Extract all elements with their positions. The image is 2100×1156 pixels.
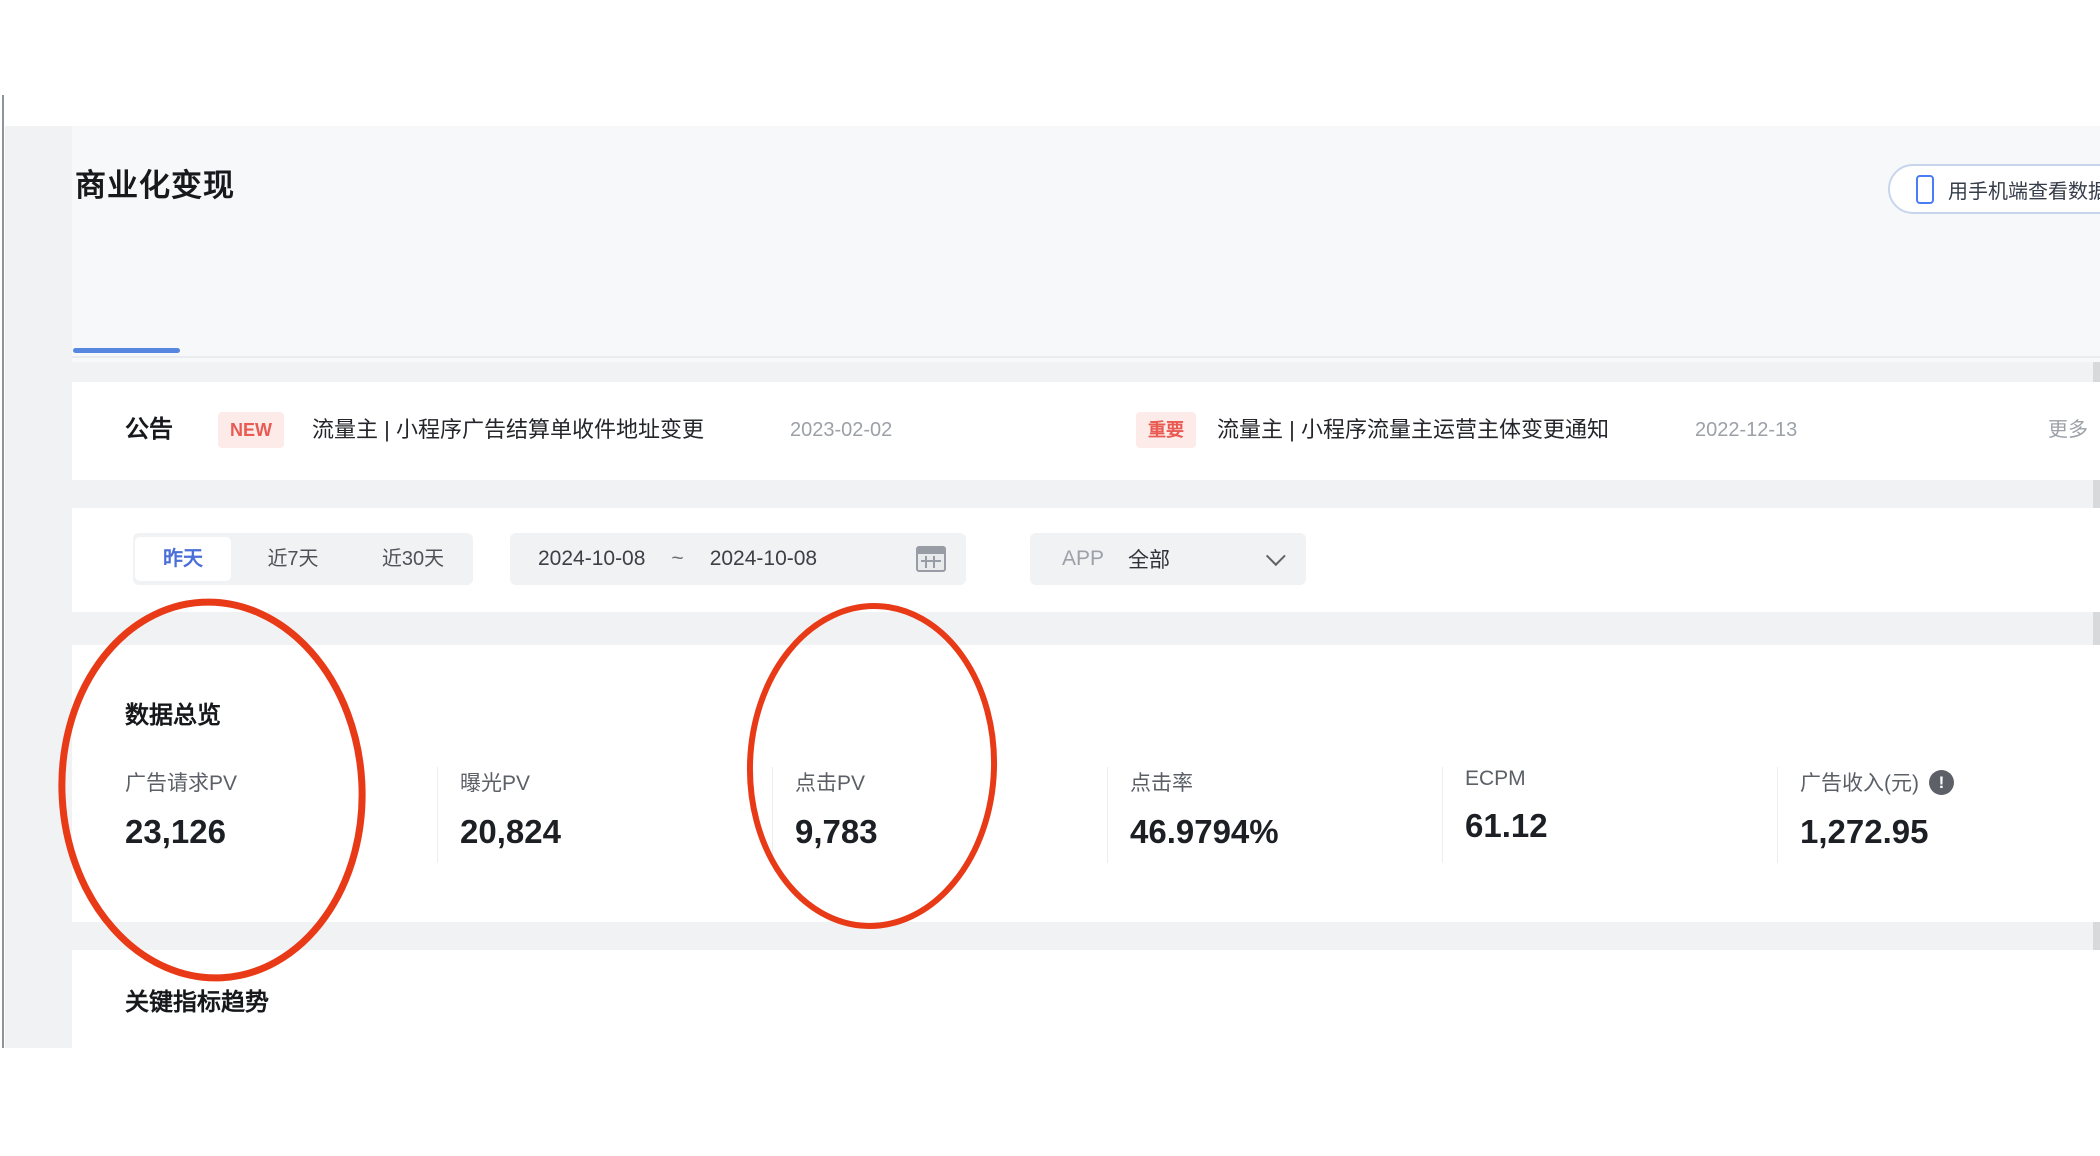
date-range-picker[interactable]: 2024-10-08 ~ 2024-10-08 (510, 533, 966, 585)
app-filter-value: 全部 (1128, 549, 1171, 572)
metric-divider (1777, 767, 1778, 863)
metric-click-rate: 点击率 46.9794% (1130, 767, 1450, 851)
active-tab-underline (73, 348, 180, 353)
announcement-badge-new: NEW (218, 412, 284, 448)
header-section: 商业化变现 广告数据 广告管理 收入结算 账号设置 (72, 126, 2100, 438)
data-overview-section: 数据总览 广告请求PV 23,126 曝光PV 20,824 点击PV 9,78… (72, 645, 2100, 922)
key-metric-trend-section: 关键指标趋势 (72, 950, 2100, 1048)
metric-value: 9,783 (795, 813, 878, 850)
metric-divider (772, 767, 773, 863)
metric-value: 46.9794% (1130, 813, 1279, 850)
announcement-date-1: 2023-02-02 (790, 419, 893, 441)
metric-label: 广告收入(元) (1800, 772, 1919, 795)
app-filter-select[interactable]: APP 全部 (1030, 533, 1306, 585)
view-on-mobile-button[interactable]: 用手机端查看数据 (1888, 164, 2100, 214)
view-on-mobile-label: 用手机端查看数据 (1948, 180, 2100, 203)
info-icon[interactable]: ! (1929, 769, 1954, 795)
announcement-badge-important: 重要 (1136, 412, 1196, 448)
announcement-bar: 公告 NEW 流量主 | 小程序广告结算单收件地址变更 2023-02-02 重… (72, 382, 2100, 480)
metric-divider (437, 767, 438, 863)
announcement-link-1[interactable]: 流量主 | 小程序广告结算单收件地址变更 (312, 412, 704, 448)
announcement-more-link[interactable]: 更多 (2048, 412, 2088, 448)
metric-label: ECPM (1465, 767, 1526, 790)
metric-value: 20,824 (460, 813, 561, 850)
metric-click-pv: 点击PV 9,783 (795, 767, 1115, 851)
date-range-start: 2024-10-08 (538, 547, 646, 570)
page-title: 商业化变现 (75, 168, 235, 203)
quick-range-30days[interactable]: 近30天 (353, 537, 473, 581)
metric-value: 1,272.95 (1800, 813, 1929, 850)
date-range-separator: ~ (671, 547, 684, 570)
chevron-down-icon (1265, 546, 1286, 567)
trend-section-title: 关键指标趋势 (125, 989, 269, 1016)
quick-range-yesterday[interactable]: 昨天 (135, 537, 231, 581)
data-overview-title: 数据总览 (125, 702, 221, 729)
metric-label: 点击PV (795, 772, 866, 795)
metric-label: 广告请求PV (125, 772, 238, 795)
date-range-end: 2024-10-08 (709, 547, 818, 570)
metric-ecpm: ECPM 61.12 (1465, 767, 1785, 845)
metric-value: 23,126 (125, 813, 226, 850)
announcement-date-2: 2022-12-13 (1695, 419, 1798, 441)
tab-divider (72, 356, 2100, 358)
quick-date-segmented-control: 昨天 近7天 近30天 (133, 533, 473, 585)
filter-bar: 昨天 近7天 近30天 2024-10-08 ~ 2024-10-08 APP … (72, 508, 2100, 612)
calendar-icon (916, 546, 946, 572)
metric-label: 曝光PV (460, 772, 531, 795)
metric-divider (1107, 767, 1108, 863)
metric-ad-request-pv: 广告请求PV 23,126 (125, 767, 445, 851)
metric-value: 61.12 (1465, 807, 1548, 844)
metric-divider (1442, 767, 1443, 863)
left-edge-rule (2, 95, 4, 1048)
metric-ad-revenue: 广告收入(元) ! 1,272.95 (1800, 767, 2100, 851)
quick-range-7days[interactable]: 近7天 (233, 537, 353, 581)
app-filter-label: APP (1062, 547, 1105, 570)
phone-icon (1916, 174, 1934, 204)
metric-impression-pv: 曝光PV 20,824 (460, 767, 780, 851)
announcement-section-label: 公告 (125, 416, 173, 443)
announcement-link-2[interactable]: 流量主 | 小程序流量主运营主体变更通知 (1217, 412, 1609, 448)
metric-label: 点击率 (1130, 772, 1193, 795)
